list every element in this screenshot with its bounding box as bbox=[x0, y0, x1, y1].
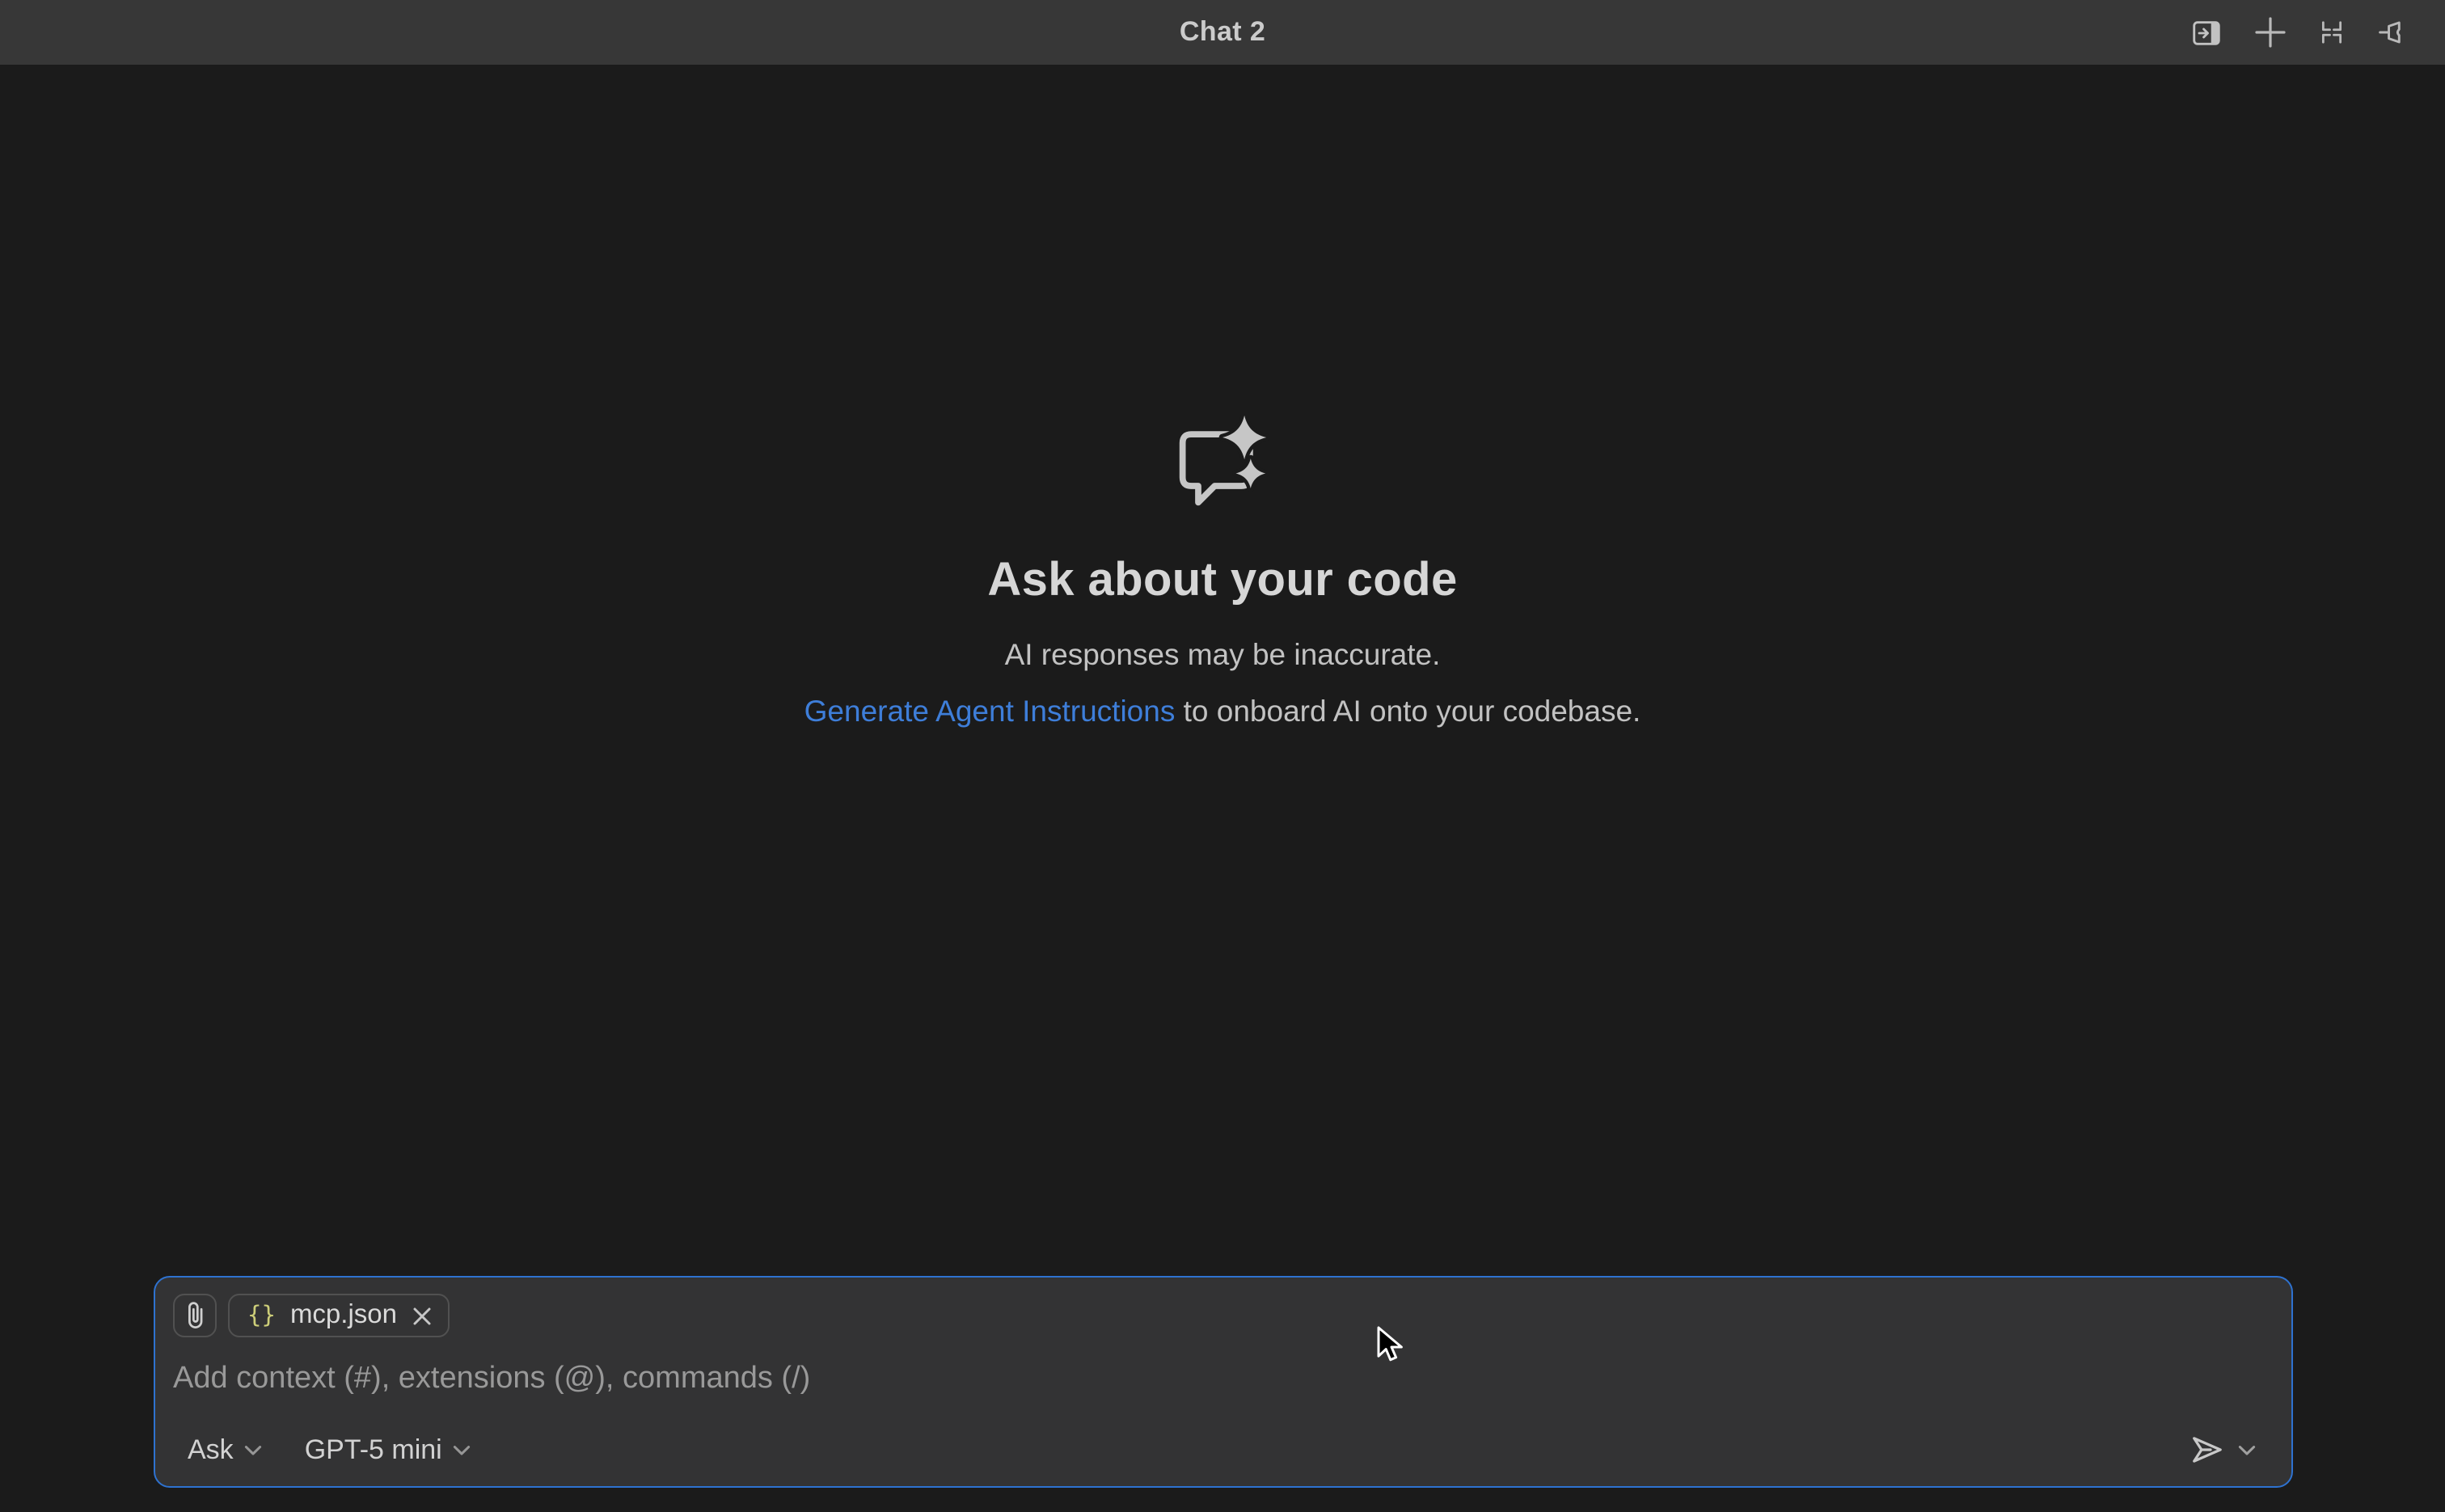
remove-attachment-button[interactable] bbox=[412, 1306, 431, 1325]
chat-input[interactable]: Add context (#), extensions (@), command… bbox=[173, 1360, 2274, 1399]
send-options-button[interactable] bbox=[2238, 1443, 2256, 1456]
cta-line: Generate Agent Instructions to onboard A… bbox=[804, 692, 1641, 729]
composer-attachments-row: {} mcp.json bbox=[173, 1294, 2274, 1337]
ai-disclaimer-text: AI responses may be inaccurate. bbox=[1005, 636, 1441, 673]
titlebar: Chat 2 bbox=[0, 0, 2445, 65]
close-icon bbox=[412, 1306, 431, 1325]
attach-context-button[interactable] bbox=[173, 1294, 217, 1337]
dock-to-side-button[interactable] bbox=[2190, 15, 2223, 49]
chat-composer[interactable]: {} mcp.json Add context (#), extensions … bbox=[154, 1276, 2293, 1488]
send-group bbox=[2188, 1433, 2256, 1467]
new-chat-button[interactable] bbox=[2254, 16, 2287, 49]
mode-selector-value: Ask bbox=[188, 1434, 234, 1466]
pin-icon bbox=[2377, 16, 2409, 49]
dock-to-side-icon bbox=[2190, 15, 2223, 49]
attachment-filename: mcp.json bbox=[290, 1300, 397, 1331]
chevron-down-icon bbox=[2238, 1443, 2256, 1456]
cta-suffix-text: to onboard AI onto your codebase. bbox=[1175, 694, 1641, 728]
plus-icon bbox=[2254, 16, 2287, 49]
model-selector-value: GPT-5 mini bbox=[305, 1434, 442, 1466]
collapse-window-button[interactable] bbox=[2317, 18, 2346, 47]
chat-window: Chat 2 bbox=[0, 0, 2445, 1512]
chevron-down-icon bbox=[454, 1443, 471, 1456]
chevron-down-icon bbox=[245, 1443, 263, 1456]
attachment-chip[interactable]: {} mcp.json bbox=[228, 1294, 449, 1337]
collapse-icon bbox=[2317, 18, 2346, 47]
mode-selector[interactable]: Ask bbox=[188, 1434, 263, 1466]
composer-toolbar: Ask GPT-5 mini bbox=[188, 1433, 2256, 1467]
send-plane-icon bbox=[2188, 1433, 2225, 1467]
empty-state: Ask about your code AI responses may be … bbox=[0, 414, 2445, 729]
pin-window-button[interactable] bbox=[2377, 16, 2409, 49]
window-title: Chat 2 bbox=[1180, 16, 1265, 49]
model-selector[interactable]: GPT-5 mini bbox=[305, 1434, 471, 1466]
paperclip-icon bbox=[183, 1298, 207, 1333]
generate-agent-instructions-link[interactable]: Generate Agent Instructions bbox=[804, 694, 1176, 728]
chat-sparkle-icon bbox=[1171, 414, 1274, 511]
send-button[interactable] bbox=[2188, 1433, 2225, 1467]
empty-state-heading: Ask about your code bbox=[987, 553, 1457, 608]
json-file-icon: {} bbox=[247, 1303, 276, 1328]
titlebar-actions bbox=[2190, 0, 2409, 65]
